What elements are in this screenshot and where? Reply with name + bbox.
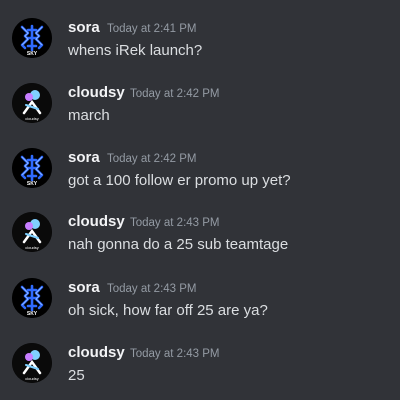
avatar[interactable]: SKY — [12, 278, 52, 318]
username[interactable]: cloudsy — [68, 84, 125, 102]
avatar[interactable]: SKY — [12, 18, 52, 58]
username[interactable]: sora — [68, 279, 100, 297]
chat-message: SKY sora Today at 2:42 PM got a 100 foll… — [0, 148, 400, 208]
timestamp[interactable]: Today at 2:42 PM — [130, 87, 220, 101]
avatar[interactable]: cloudsy — [12, 83, 52, 123]
message-text: oh sick, how far off 25 are ya? — [68, 302, 268, 319]
avatar-badge-text: cloudsy — [25, 245, 39, 250]
avatar-badge-text: SKY — [27, 51, 38, 57]
chat-message: cloudsy cloudsy Today at 2:43 PM nah gon… — [0, 212, 400, 272]
avatar[interactable]: cloudsy — [12, 212, 52, 252]
timestamp[interactable]: Today at 2:42 PM — [107, 152, 197, 166]
username[interactable]: sora — [68, 19, 100, 37]
timestamp[interactable]: Today at 2:41 PM — [107, 22, 197, 36]
sora-sky-logo-icon: SKY — [12, 18, 52, 58]
chat-message: SKY sora Today at 2:41 PM whens iRek lau… — [0, 18, 400, 78]
sora-sky-logo-icon: SKY — [12, 278, 52, 318]
avatar-badge-text: SKY — [27, 311, 38, 317]
avatar-badge-text: SKY — [27, 181, 38, 187]
chat-message: cloudsy cloudsy Today at 2:43 PM 25 — [0, 343, 400, 400]
message-text: got a 100 follow er promo up yet? — [68, 172, 291, 189]
username[interactable]: cloudsy — [68, 213, 125, 231]
cloudsy-logo-icon: cloudsy — [12, 343, 52, 383]
avatar[interactable]: cloudsy — [12, 343, 52, 383]
timestamp[interactable]: Today at 2:43 PM — [130, 216, 220, 230]
chat-message: cloudsy cloudsy Today at 2:42 PM march — [0, 83, 400, 143]
message-text: march — [68, 107, 110, 124]
message-text: 25 — [68, 367, 85, 384]
avatar[interactable]: SKY — [12, 148, 52, 188]
sora-sky-logo-icon: SKY — [12, 148, 52, 188]
chat-message: SKY sora Today at 2:43 PM oh sick, how f… — [0, 278, 400, 338]
message-text: nah gonna do a 25 sub teamtage — [68, 236, 289, 253]
cloudsy-logo-icon: cloudsy — [12, 83, 52, 123]
avatar-badge-text: cloudsy — [25, 116, 39, 121]
username[interactable]: sora — [68, 149, 100, 167]
username[interactable]: cloudsy — [68, 344, 125, 362]
chat-channel: SKY sora Today at 2:41 PM whens iRek lau… — [0, 0, 400, 400]
timestamp[interactable]: Today at 2:43 PM — [130, 347, 220, 361]
cloudsy-logo-icon: cloudsy — [12, 212, 52, 252]
timestamp[interactable]: Today at 2:43 PM — [107, 282, 197, 296]
message-text: whens iRek launch? — [68, 42, 203, 59]
avatar-badge-text: cloudsy — [25, 376, 39, 381]
